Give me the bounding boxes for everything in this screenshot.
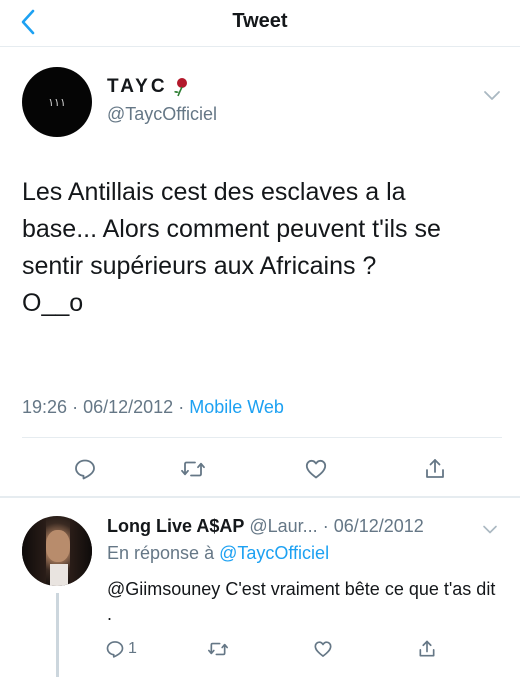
share-button[interactable] (420, 454, 450, 484)
reply-header: Long Live A$AP @Laur... · 06/12/2012 (107, 516, 507, 537)
reply-avatar[interactable] (22, 516, 92, 586)
reply-like-button[interactable] (313, 636, 333, 662)
divider (22, 437, 502, 438)
retweet-button[interactable] (178, 454, 208, 484)
reply-icon (75, 459, 95, 480)
heart-icon (314, 641, 332, 657)
retweet-icon (207, 642, 228, 656)
share-icon (419, 640, 435, 657)
tweet-actions (0, 450, 520, 490)
reply-reply-button[interactable]: 1 (105, 636, 137, 662)
share-icon (426, 459, 444, 478)
reply-text-mention[interactable]: @Giimsouney (107, 579, 220, 599)
reply-actions: 1 (0, 636, 520, 666)
page-title: Tweet (232, 10, 288, 32)
author-name-text: TAYC (107, 76, 168, 97)
author-name[interactable]: TAYC (107, 76, 190, 98)
reply-date: · 06/12/2012 (322, 516, 424, 536)
reply-author-handle[interactable]: @Laur... (249, 516, 317, 536)
meta-separator: · (72, 397, 79, 417)
tweet-date: 06/12/2012 (83, 397, 174, 417)
meta-separator: · (178, 397, 185, 417)
reply-button[interactable] (70, 454, 100, 484)
reply-context: En réponse à @TaycOfficiel (107, 543, 329, 564)
reply-text: @Giimsouney C'est vraiment bête ce que t… (107, 577, 502, 627)
retweet-icon (181, 461, 205, 477)
chevron-down-icon[interactable] (482, 524, 498, 536)
top-bar: Tweet (0, 0, 520, 47)
chevron-down-icon[interactable] (482, 89, 502, 103)
tweet-time: 19:26 (22, 397, 68, 417)
reply-icon (106, 641, 124, 658)
reply-count: 1 (128, 640, 137, 657)
like-button[interactable] (301, 454, 331, 484)
reply-author-name[interactable]: Long Live A$AP (107, 516, 244, 536)
reply-tweet[interactable]: Long Live A$AP @Laur... · 06/12/2012 En … (0, 498, 520, 677)
reply-to-prefix: En réponse à (107, 543, 215, 563)
tweet-text: Les Antillais cest des esclaves a la bas… (22, 178, 441, 317)
tweet-timestamp: 19:26 · 06/12/2012 · Mobile Web (22, 397, 284, 418)
tweet-source-link[interactable]: Mobile Web (189, 397, 284, 417)
author-handle[interactable]: @TaycOfficiel (107, 104, 217, 125)
avatar-logo: ١١١ (48, 95, 66, 109)
reply-retweet-button[interactable] (207, 636, 229, 662)
heart-icon (305, 459, 327, 479)
rose-emoji-icon (173, 78, 187, 97)
reply-to-mention[interactable]: @TaycOfficiel (219, 543, 329, 563)
avatar[interactable]: ١١١ (22, 67, 92, 137)
reply-share-button[interactable] (417, 636, 437, 662)
